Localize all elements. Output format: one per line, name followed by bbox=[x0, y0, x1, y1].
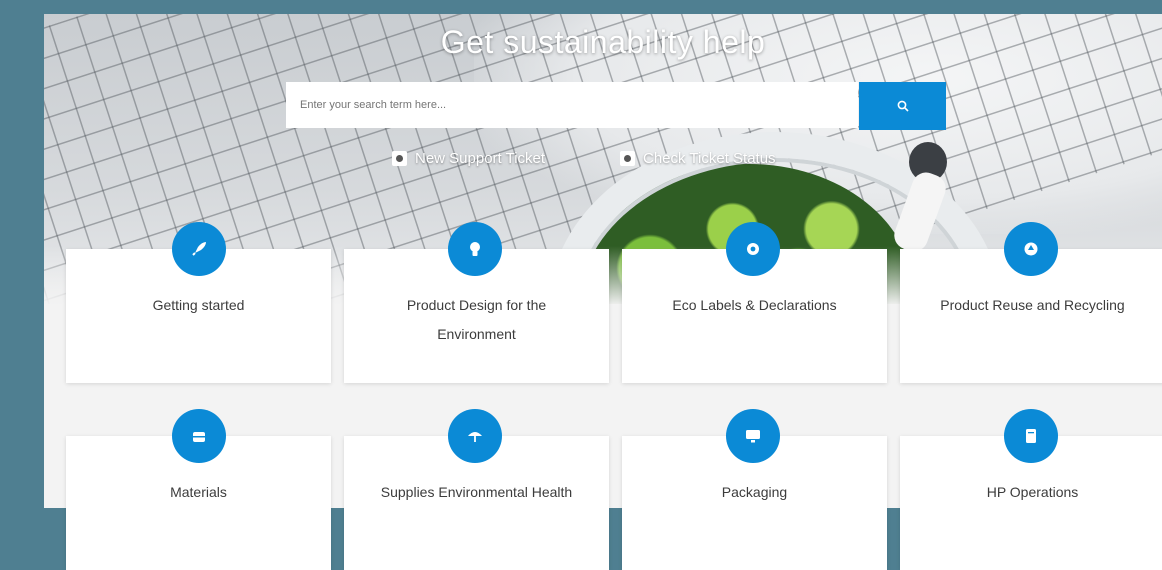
monitor-icon bbox=[726, 409, 780, 463]
gear-icon bbox=[726, 222, 780, 276]
category-label: Eco Labels & Declarations bbox=[672, 297, 837, 313]
new-support-ticket-link[interactable]: New Support Ticket bbox=[392, 150, 545, 167]
category-label: HP Operations bbox=[986, 484, 1079, 500]
lightbulb-icon bbox=[448, 222, 502, 276]
check-ticket-status-link[interactable]: Check Ticket Status bbox=[620, 150, 776, 167]
umbrella-icon bbox=[448, 409, 502, 463]
toolbox-icon bbox=[172, 409, 226, 463]
new-ticket-label: New Support Ticket bbox=[415, 150, 546, 167]
recycle-icon bbox=[1004, 222, 1058, 276]
hero-title: Get sustainability help bbox=[440, 24, 766, 60]
category-label: Product Design for the Environment bbox=[406, 297, 547, 342]
category-label: Packaging bbox=[721, 484, 788, 500]
person-image bbox=[890, 142, 950, 256]
document-icon bbox=[1004, 409, 1058, 463]
check-status-label: Check Ticket Status bbox=[643, 150, 776, 167]
rocket-icon bbox=[172, 222, 226, 276]
category-label: Product Reuse and Recycling bbox=[940, 297, 1125, 313]
status-icon bbox=[620, 151, 635, 166]
search-icon bbox=[897, 100, 909, 112]
category-label: Supplies Environmental Health bbox=[380, 484, 573, 500]
search-input[interactable] bbox=[286, 82, 858, 128]
ticket-icon bbox=[392, 151, 407, 166]
category-label: Getting started bbox=[152, 297, 245, 313]
search-button[interactable] bbox=[859, 82, 946, 130]
category-label: Materials bbox=[170, 484, 227, 500]
